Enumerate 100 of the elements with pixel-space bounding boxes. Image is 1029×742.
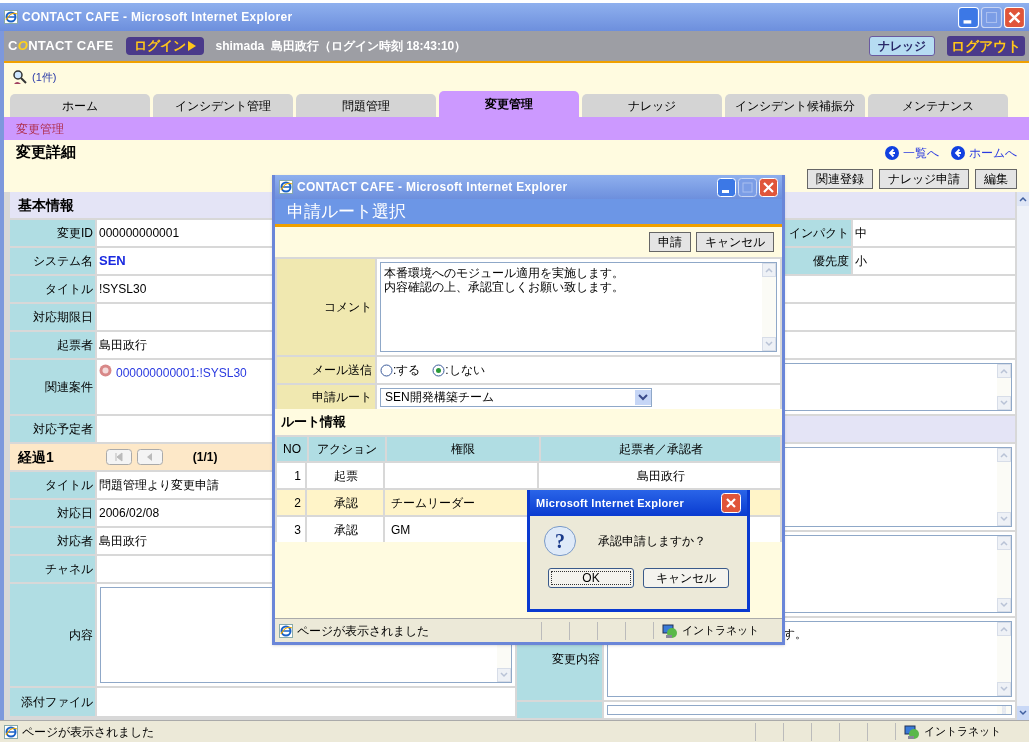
nav-tab[interactable]: メンテナンス — [868, 94, 1008, 117]
scroll-up-icon — [762, 263, 776, 277]
dialog-action-button[interactable]: 申請 — [649, 232, 691, 252]
nav-tab[interactable]: 変更管理 — [439, 91, 579, 117]
scroll-down-icon — [997, 598, 1011, 612]
scroll-down-icon — [497, 668, 511, 682]
field-label: 添付ファイル — [21, 694, 93, 711]
scroll-up-icon — [997, 364, 1011, 378]
play-icon — [187, 41, 196, 51]
nav-tab[interactable]: インシデント候補振分 — [725, 94, 865, 117]
dialog-message: 承認申請しますか？ — [598, 533, 706, 550]
scroll-down-icon — [997, 396, 1011, 410]
section-title: 基本情報 — [18, 195, 74, 215]
column-header: NO — [277, 437, 307, 461]
previous-page-icon — [136, 449, 163, 465]
maximize-icon — [981, 6, 1002, 28]
field-label: 優先度 — [813, 253, 849, 270]
scrollbar[interactable] — [997, 364, 1011, 410]
status-text: ページが表示されました — [22, 723, 155, 741]
network-icon — [904, 723, 920, 740]
column-header: 起票者／承認者 — [541, 437, 780, 461]
circle-badge-icon — [99, 364, 112, 377]
field-value: 島田政行 — [99, 337, 147, 354]
scroll-up-icon — [1017, 192, 1029, 206]
page-counter: (1/1) — [192, 449, 218, 466]
scroll-down-icon — [1017, 706, 1029, 720]
result-count[interactable]: (1件) — [32, 68, 57, 86]
field-label: タイトル — [45, 477, 93, 494]
back-arrow-icon — [885, 145, 899, 160]
nav-tab[interactable]: ホーム — [10, 94, 150, 117]
scroll-up-icon — [997, 622, 1011, 636]
field-label: 関連案件 — [45, 379, 93, 396]
action-button[interactable]: 編集 — [975, 168, 1017, 189]
user-info: shimada 島田政行（ログイン時刻 18:43:10） — [215, 38, 468, 55]
zone-text: イントラネット — [682, 623, 759, 639]
table-cell: 承認 — [309, 490, 385, 515]
route-select[interactable]: SEN開発構築チーム — [380, 387, 652, 407]
dialog-button[interactable]: OK — [548, 568, 634, 588]
dropdown-caret-icon — [635, 389, 651, 405]
login-button[interactable]: ログイン — [125, 37, 204, 55]
table-cell: 1 — [277, 463, 307, 488]
related-link[interactable]: 000000000001:!SYSL30 — [116, 364, 247, 382]
table-cell: 承認 — [309, 517, 385, 542]
scroll-up-icon — [997, 448, 1011, 462]
field-value: 小 — [855, 253, 867, 270]
first-page-icon — [105, 449, 132, 465]
dialog-action-button[interactable]: キャンセル — [696, 232, 774, 252]
action-button[interactable]: 関連登録 — [807, 168, 873, 189]
field-label: 対応予定者 — [33, 421, 93, 438]
nav-tab[interactable]: ナレッジ — [582, 94, 722, 117]
header-button[interactable]: ログアウト — [947, 36, 1025, 56]
minimize-icon — [958, 6, 979, 28]
browser-icon — [4, 10, 18, 24]
field-value: 島田政行 — [99, 533, 147, 550]
radio-option[interactable]: :しない — [432, 361, 485, 379]
scrollbar[interactable] — [762, 263, 776, 351]
dialog-button[interactable]: キャンセル — [643, 568, 729, 588]
scrollbar[interactable] — [997, 706, 1011, 714]
window-title: Microsoft Internet Explorer — [536, 495, 685, 511]
radio-button[interactable] — [380, 363, 393, 377]
breadcrumb: 変更管理 — [16, 120, 64, 138]
section-title: 経過1 — [18, 447, 54, 467]
scrollbar[interactable] — [997, 448, 1011, 526]
maximize-icon — [738, 177, 757, 197]
radio-option[interactable]: :する — [380, 361, 421, 379]
header-button[interactable]: ナレッジ — [869, 36, 935, 56]
scroll-down-icon — [997, 512, 1011, 526]
scrollbar[interactable] — [997, 622, 1011, 696]
nav-tab[interactable]: インシデント管理 — [153, 94, 293, 117]
page-title: 変更詳細 — [16, 142, 77, 163]
status-text: ページが表示されました — [297, 622, 430, 640]
page-scrollbar[interactable] — [1017, 192, 1029, 720]
nav-link[interactable]: 一覧へ — [885, 143, 939, 162]
browser-icon — [279, 180, 293, 194]
table-cell: 2 — [277, 490, 307, 515]
close-icon — [759, 177, 778, 197]
nav-tab[interactable]: 問題管理 — [296, 94, 436, 117]
text-area-text: す。 — [783, 627, 807, 641]
window-title: CONTACT CAFE - Microsoft Internet Explorer — [22, 9, 294, 26]
table-row[interactable]: 1 起票 島田政行 — [277, 463, 780, 488]
radio-button[interactable] — [432, 363, 446, 377]
field-label: 対応日 — [57, 505, 93, 522]
comment-text: 内容確認の上、承認宜しくお願い致します。 — [384, 280, 624, 294]
nav-link[interactable]: ホームへ — [951, 143, 1017, 162]
field-value: SEN — [99, 252, 126, 271]
table-cell: 3 — [277, 517, 307, 542]
field-label: 対応者 — [57, 533, 93, 550]
minimize-icon — [717, 177, 736, 197]
field-label: 変更内容 — [552, 651, 600, 668]
scroll-up-icon — [997, 536, 1011, 550]
dialog-heading: 申請ルート選択 — [287, 200, 406, 223]
scrollbar[interactable] — [997, 536, 1011, 612]
action-button[interactable]: ナレッジ申請 — [879, 168, 969, 189]
browser-icon — [4, 724, 18, 739]
field-label: 対応期限日 — [33, 309, 93, 326]
field-label: メール送信 — [312, 362, 372, 379]
field-value: 000000000001 — [99, 225, 180, 242]
scroll-down-icon — [762, 337, 776, 351]
scroll-down-icon — [997, 682, 1011, 696]
comment-field[interactable]: 本番環境へのモジュール適用を実施します。 内容確認の上、承認宜しくお願い致します。 — [380, 262, 777, 352]
